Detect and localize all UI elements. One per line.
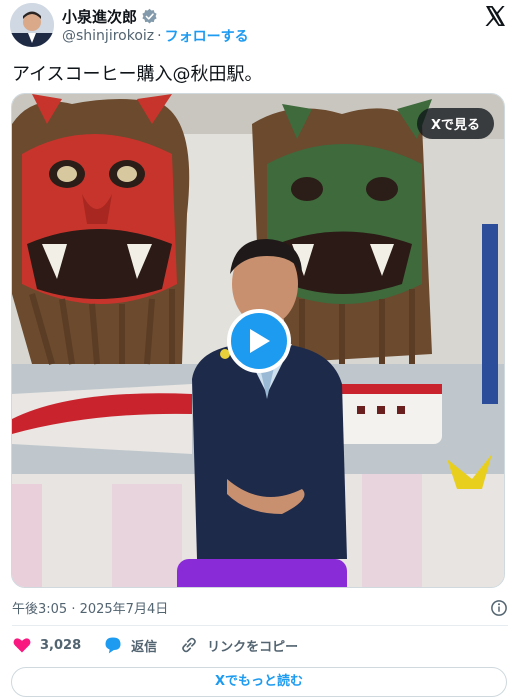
info-icon[interactable] bbox=[490, 599, 508, 617]
verified-badge-icon bbox=[142, 8, 157, 24]
copy-link-label: リンクをコピー bbox=[207, 639, 299, 655]
author-name[interactable]: 小泉進次郎 bbox=[62, 6, 137, 27]
video-player[interactable]: Xで見る bbox=[11, 93, 505, 588]
reply-label: 返信 bbox=[131, 639, 158, 655]
play-button[interactable] bbox=[227, 309, 291, 373]
follow-button[interactable]: フォローする bbox=[165, 26, 249, 46]
action-bar: 3,028 返信 リンクをコピー bbox=[12, 635, 298, 655]
play-icon bbox=[250, 329, 270, 353]
view-on-x-button[interactable]: Xで見る bbox=[416, 108, 494, 139]
read-more-button[interactable]: Xでもっと読む bbox=[11, 667, 507, 697]
reply-button[interactable]: 返信 bbox=[103, 635, 157, 655]
red-namahage-mask bbox=[12, 94, 190, 365]
separator-dot: · bbox=[157, 28, 162, 44]
like-button[interactable]: 3,028 bbox=[12, 635, 81, 655]
speech-bubble-icon bbox=[105, 637, 121, 654]
tweet-timestamp[interactable]: 午後3:05 · 2025年7月4日 bbox=[12, 598, 168, 617]
divider bbox=[12, 625, 508, 626]
avatar[interactable] bbox=[10, 3, 54, 47]
x-logo-icon[interactable] bbox=[482, 4, 508, 28]
heart-icon bbox=[13, 638, 31, 653]
tweet-text: アイスコーヒー購入@秋田駅。 bbox=[12, 64, 263, 85]
author-handle[interactable]: @shinjirokoiz bbox=[62, 28, 154, 44]
tweet-header: 小泉進次郎 @shinjirokoiz · フォローする bbox=[0, 0, 520, 52]
like-count: 3,028 bbox=[40, 637, 82, 653]
copy-link-button[interactable]: リンクをコピー bbox=[179, 635, 298, 655]
link-icon bbox=[182, 637, 197, 653]
